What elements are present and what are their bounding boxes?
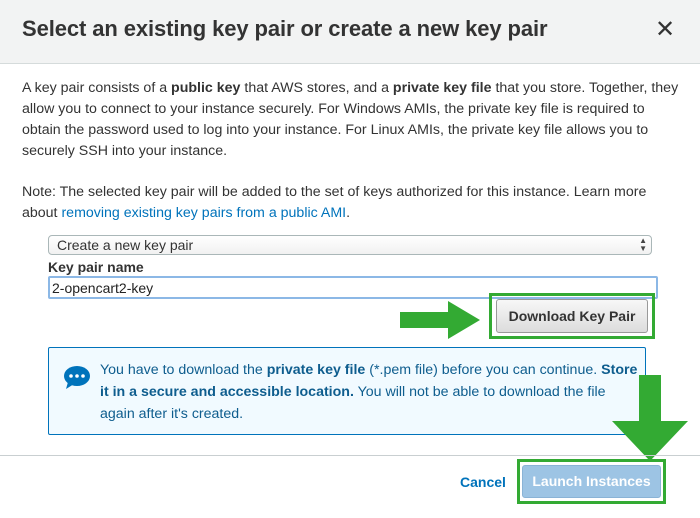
launch-instances-button[interactable]: Launch Instances	[522, 465, 661, 498]
speech-bubble-icon	[64, 366, 90, 389]
download-key-pair-button[interactable]: Download Key Pair	[496, 299, 648, 333]
dialog-header: Select an existing key pair or create a …	[0, 0, 700, 64]
key-pair-name-label: Key pair name	[48, 259, 144, 275]
private-key-term: private key file	[392, 80, 492, 96]
remove-key-pairs-link[interactable]: removing existing key pairs from a publi…	[61, 205, 346, 221]
green-arrow-right-icon	[400, 301, 480, 339]
close-icon[interactable]: ✕	[654, 18, 676, 42]
footer-divider	[0, 455, 700, 456]
dialog-title: Select an existing key pair or create a …	[22, 16, 548, 41]
note-paragraph: Note: The selected key pair will be adde…	[22, 184, 647, 221]
key-pair-select[interactable]: Create a new key pair ▲ ▼	[48, 235, 652, 255]
info-alert: You have to download the private key fil…	[48, 347, 646, 435]
info-alert-text: You have to download the private key fil…	[100, 362, 638, 422]
cancel-button[interactable]: Cancel	[460, 474, 506, 490]
public-key-term: public key	[171, 80, 241, 96]
green-arrow-down-icon	[612, 375, 688, 461]
key-pair-select-value: Create a new key pair	[57, 237, 194, 253]
select-arrows-icon: ▲ ▼	[639, 236, 647, 253]
intro-paragraph: A key pair consists of a public key that…	[22, 80, 679, 159]
